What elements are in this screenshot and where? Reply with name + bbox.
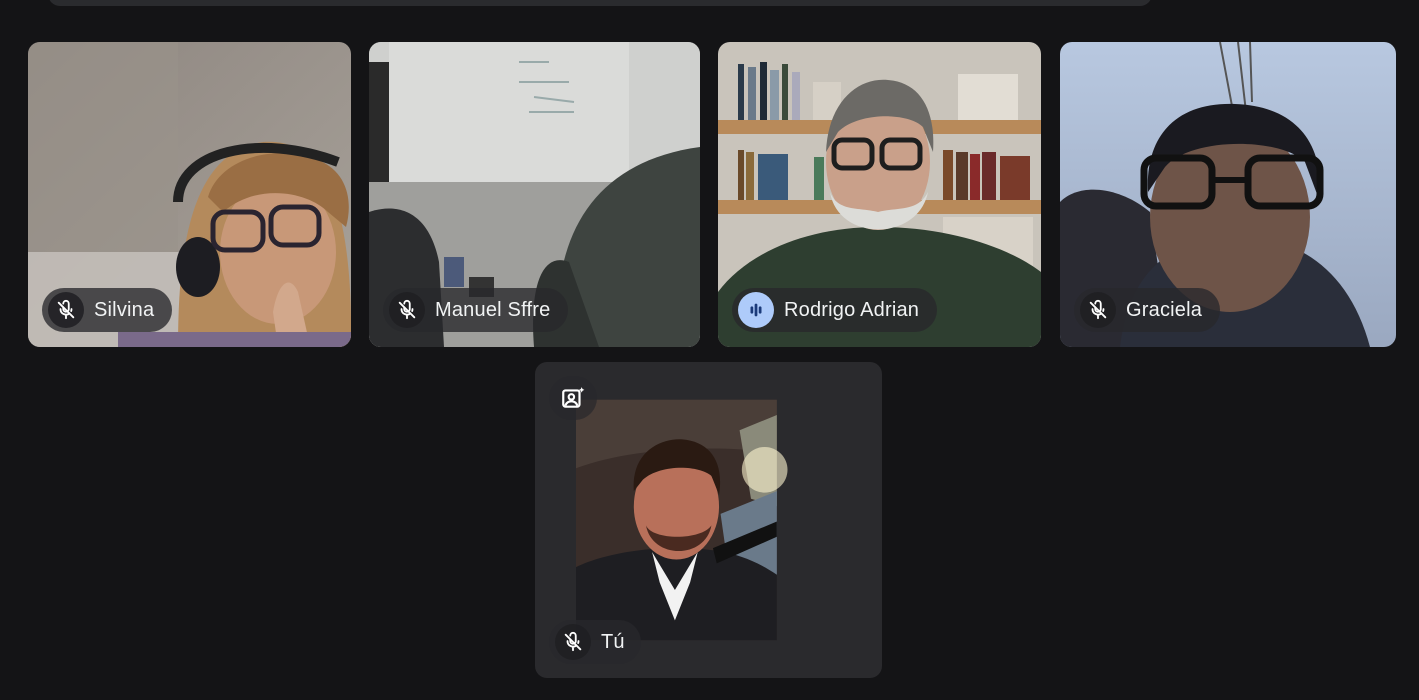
participant-tile-silvina[interactable]: Silvina [28, 42, 351, 347]
participant-name: Rodrigo Adrian [784, 298, 920, 321]
participant-tile-manuel-sffre[interactable]: Manuel Sffre [369, 42, 700, 347]
participant-name-pill: Rodrigo Adrian [732, 288, 938, 332]
mic-off-icon [389, 292, 425, 328]
participant-name-pill: Silvina [42, 288, 173, 332]
self-name-pill: Tú [549, 620, 641, 664]
participant-tile-rodrigo-adrian[interactable]: Rodrigo Adrian [718, 42, 1041, 347]
participant-name-pill: Manuel Sffre [383, 288, 569, 332]
mic-off-icon [555, 624, 591, 660]
participant-name: Silvina [94, 298, 155, 321]
mic-off-icon [48, 292, 84, 328]
background-effects-button[interactable] [549, 376, 597, 420]
top-toolbar-edge [48, 0, 1152, 6]
self-name: Tú [601, 630, 625, 653]
background-effects-icon [562, 387, 585, 408]
participant-name-pill: Graciela [1074, 288, 1221, 332]
participant-name: Graciela [1126, 298, 1203, 321]
participant-name: Manuel Sffre [435, 298, 551, 321]
participant-tile-graciela[interactable]: Graciela [1060, 42, 1396, 347]
audio-level-icon [738, 292, 774, 328]
self-view-tile[interactable]: Tú [535, 362, 882, 678]
mic-off-icon [1080, 292, 1116, 328]
